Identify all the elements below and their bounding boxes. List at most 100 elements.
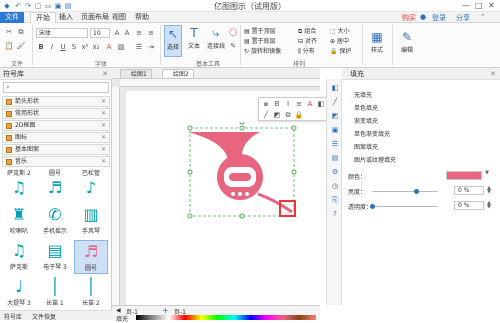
layers-icon[interactable]: ☰: [330, 139, 340, 149]
pen-tool-icon[interactable]: ✎: [228, 41, 238, 51]
align-button[interactable]: ⊟ 对齐: [298, 36, 317, 45]
print-icon[interactable]: ▤: [64, 2, 72, 10]
symbol-accordion[interactable]: ▥ 手风琴: [74, 204, 108, 238]
close-icon[interactable]: ✕: [101, 133, 106, 143]
category-2d-block[interactable]: 2D框图 ✕: [2, 120, 110, 131]
save-icon[interactable]: ▣: [54, 2, 62, 10]
center-button[interactable]: ⊕ 居中: [330, 36, 349, 45]
tab-drawing2[interactable]: 绘图2: [162, 69, 194, 79]
redo-icon[interactable]: ↷: [24, 2, 32, 10]
symbol-bassoon[interactable]: 巴松管 ♪: [74, 168, 108, 202]
close-icon[interactable]: ✕: [101, 121, 106, 131]
format-painter-icon[interactable]: 🖌: [16, 41, 26, 51]
bring-to-front-button[interactable]: ▤ 置于顶层: [244, 26, 276, 35]
italic-icon[interactable]: I: [47, 42, 57, 52]
font-color-icon[interactable]: A: [305, 99, 315, 109]
resize-handle[interactable]: [291, 125, 297, 131]
resize-handle[interactable]: [187, 169, 193, 175]
group-button[interactable]: ⧉ 组合: [298, 26, 316, 36]
symbol-search-input[interactable]: ⌕: [3, 82, 109, 93]
resize-handle[interactable]: [291, 169, 297, 175]
ribbon-options-icon[interactable]: ⌃: [480, 13, 486, 21]
resize-handle[interactable]: [187, 125, 193, 131]
tab-file[interactable]: 文件: [0, 12, 24, 23]
color-dropdown-icon[interactable]: ▼: [484, 171, 490, 180]
font-grow-icon[interactable]: A: [112, 28, 122, 38]
category-common[interactable]: 常用形状 ✕: [2, 108, 110, 119]
shape-tool-icon[interactable]: ◯: [228, 27, 238, 37]
share-link[interactable]: 分享: [456, 13, 470, 23]
option-single-gradient-fill[interactable]: 单色渐变填充: [354, 129, 390, 138]
option-gradient-fill[interactable]: 渐变填充: [354, 116, 378, 125]
text-tool-button[interactable]: T 文本: [186, 25, 202, 57]
font-shrink-icon[interactable]: A: [122, 28, 132, 38]
edit-button[interactable]: ✎ 编辑: [396, 29, 418, 54]
help-icon[interactable]: ?: [330, 209, 340, 219]
buy-link[interactable]: 购买: [402, 13, 416, 23]
send-to-back-button[interactable]: ▤ 置于底层: [244, 36, 276, 45]
bullets-icon[interactable]: ☰: [134, 42, 144, 52]
option-solid-fill[interactable]: 单色填充: [354, 103, 378, 112]
brightness-slider[interactable]: [372, 191, 438, 192]
size-button[interactable]: ⬚ 大小: [330, 26, 350, 35]
tab-view[interactable]: 视图: [107, 12, 131, 23]
tab-insert[interactable]: 插入: [54, 12, 78, 23]
add-page-icon[interactable]: +: [162, 306, 169, 315]
color-swatch[interactable]: [446, 171, 482, 180]
bold-icon[interactable]: B: [36, 42, 46, 52]
style-button[interactable]: ▦ 样式: [366, 29, 388, 54]
option-picture-fill[interactable]: 图片或纹理填充: [354, 155, 396, 164]
highlight-icon[interactable]: ▨: [116, 42, 126, 52]
color-palette[interactable]: [136, 315, 316, 320]
font-size-select[interactable]: 10: [90, 28, 110, 38]
shadow-icon[interactable]: ◩: [272, 110, 282, 120]
symbol-trumpet-player[interactable]: ♜ 吹喇叭: [2, 204, 36, 238]
subscript-icon[interactable]: x₂: [91, 42, 101, 52]
strikethrough-icon[interactable]: S: [69, 42, 79, 52]
cut-icon[interactable]: ✂: [4, 27, 14, 37]
symbol-horn-selected[interactable]: ♬ 圆号: [74, 240, 108, 274]
login-link[interactable]: 登录: [432, 13, 446, 23]
rotate-handle[interactable]: [239, 122, 245, 125]
close-icon[interactable]: ✕: [490, 68, 496, 80]
close-icon[interactable]: ✕: [101, 157, 106, 167]
transparency-knob[interactable]: [370, 204, 375, 209]
align-left-icon[interactable]: ≡: [134, 28, 144, 38]
align-center-icon[interactable]: ≡: [146, 28, 156, 38]
group-icon[interactable]: ⧉: [283, 110, 293, 120]
symbol-flute-1[interactable]: │ 长笛 1: [38, 276, 72, 310]
italic-icon[interactable]: I: [283, 99, 293, 109]
brightness-knob[interactable]: [414, 189, 419, 194]
select-tool-button[interactable]: ↖ 选择: [164, 25, 182, 57]
page-icon[interactable]: ▤: [330, 153, 340, 163]
bold-icon[interactable]: B: [272, 99, 282, 109]
close-icon[interactable]: ✕: [101, 145, 106, 155]
line-icon[interactable]: ╱: [330, 97, 340, 107]
connector-tool-button[interactable]: ⤷ 连接线: [206, 25, 226, 57]
shadow-icon[interactable]: ◩: [330, 111, 340, 121]
tab-home[interactable]: 开始: [30, 12, 56, 23]
history-icon[interactable]: ◷: [330, 181, 340, 191]
line-icon[interactable]: ╱: [261, 110, 271, 120]
align-icon[interactable]: ≡: [294, 99, 304, 109]
font-color-icon[interactable]: A: [104, 42, 114, 52]
lock-icon[interactable]: 🔒: [294, 110, 304, 120]
style-icon[interactable]: ▪: [261, 99, 271, 109]
fill-icon[interactable]: ◧: [316, 99, 326, 109]
option-pattern-fill[interactable]: 图案填充: [354, 142, 378, 151]
indent-icon[interactable]: ⇥: [146, 42, 156, 52]
font-name-select[interactable]: 宋体: [36, 28, 88, 38]
new-file-icon[interactable]: ▢: [34, 2, 42, 10]
user-icon[interactable]: ●: [420, 13, 426, 21]
symbol-flute-2[interactable]: │ 长笛 2: [74, 276, 108, 310]
attachment-icon[interactable]: ⎘: [330, 195, 340, 205]
category-music[interactable]: 音乐 ✕: [2, 156, 110, 167]
image-icon[interactable]: ▣: [330, 125, 340, 135]
resize-handle[interactable]: [187, 213, 193, 219]
brightness-spinner[interactable]: ▲ ▼: [486, 186, 492, 195]
category-basic-patterns[interactable]: 基本图案 ✕: [2, 144, 110, 155]
minimize-button[interactable]: —: [462, 1, 470, 10]
underline-icon[interactable]: U: [58, 42, 68, 52]
page-nav-prev-icon[interactable]: ◀: [116, 307, 121, 314]
protect-button[interactable]: 🔒 保护: [330, 46, 351, 55]
